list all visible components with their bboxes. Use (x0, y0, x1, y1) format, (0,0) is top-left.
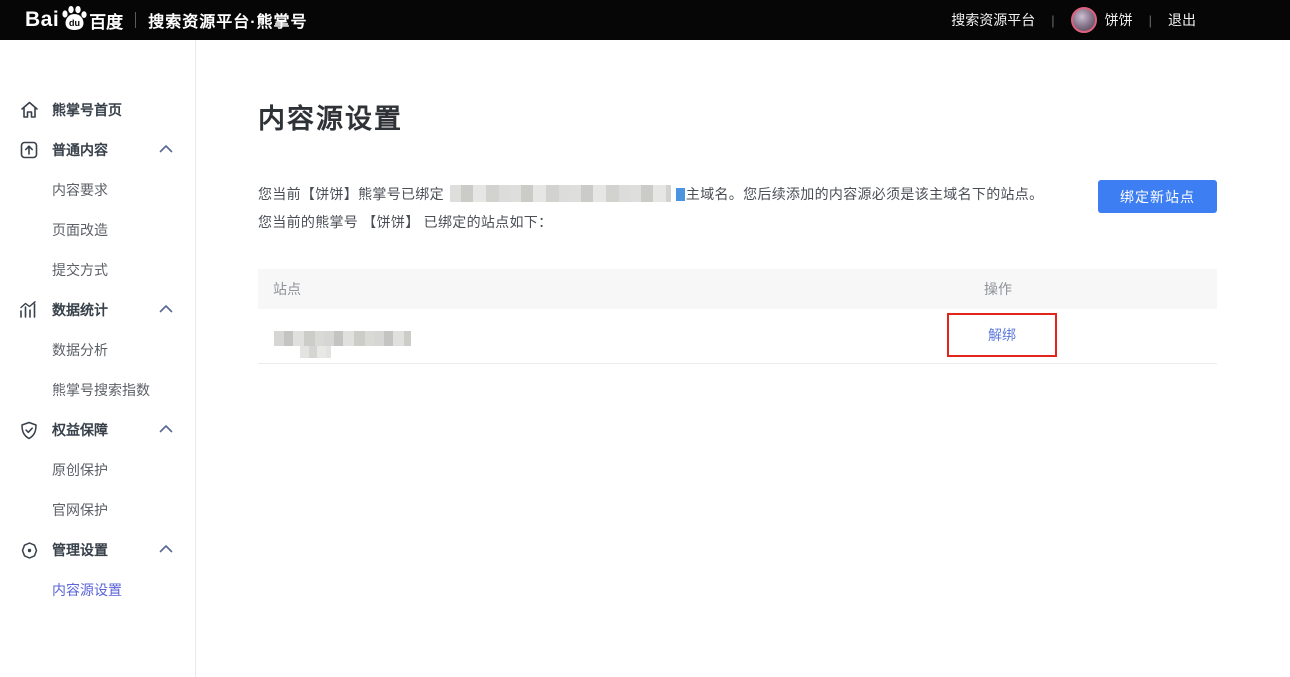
redacted-domain-blur (450, 185, 671, 202)
sidebar-item-label: 提交方式 (52, 260, 108, 280)
sidebar-item-original-protection[interactable]: 原创保护 (0, 450, 195, 490)
description-line-2: 您当前的熊掌号 【饼饼】 已绑定的站点如下： (258, 208, 1217, 236)
text-cursor-block (676, 188, 685, 201)
table-header-row: 站点 操作 (258, 269, 1217, 309)
table-row: 解绑 (258, 309, 1217, 364)
baidu-logo-text: Bai (25, 8, 59, 32)
platform-subtitle: 搜索资源平台·熊掌号 (148, 8, 307, 32)
sidebar-item-label: 普通内容 (52, 140, 108, 160)
sidebar-group-common-content[interactable]: 普通内容 (0, 130, 195, 170)
chart-icon (19, 300, 39, 320)
chevron-up-icon[interactable] (159, 144, 173, 153)
user-avatar[interactable] (1071, 7, 1097, 33)
baidu-logo[interactable]: Bai du 百度 (25, 5, 123, 35)
redacted-site-blur (274, 331, 411, 346)
sidebar-item-page-transform[interactable]: 页面改造 (0, 210, 195, 250)
upload-icon (19, 140, 39, 160)
sidebar-item-label: 管理设置 (52, 540, 108, 560)
sidebar-item-content-requirements[interactable]: 内容要求 (0, 170, 195, 210)
sidebar-item-label: 熊掌号搜索指数 (52, 380, 150, 400)
pipe-divider: | (1149, 13, 1152, 28)
sidebar-nav: 熊掌号首页 普通内容 内容要求 页面改造 提交方式 数据统计 数据分析 熊掌号搜… (0, 40, 196, 677)
top-header-bar: Bai du 百度 搜索资源平台·熊掌号 搜索资源平台 | 饼饼 | 退出 (0, 0, 1290, 40)
sidebar-item-label: 页面改造 (52, 220, 108, 240)
main-content: 内容源设置 您当前【饼饼】熊掌号已绑定 主域名。您后续添加的内容源必须是该主域名下… (197, 40, 1290, 677)
username-label[interactable]: 饼饼 (1105, 10, 1133, 30)
annotation-red-box: 解绑 (947, 313, 1057, 357)
desc1-suffix: 主域名。您后续添加的内容源必须是该主域名下的站点。 (686, 186, 1044, 202)
sidebar-item-label: 官网保护 (52, 500, 108, 520)
gear-icon (19, 540, 39, 560)
shield-icon (19, 420, 39, 440)
svg-text:du: du (69, 18, 80, 28)
sidebar-item-label: 内容要求 (52, 180, 108, 200)
sidebar-item-data-analysis[interactable]: 数据分析 (0, 330, 195, 370)
sidebar-group-rights-protection[interactable]: 权益保障 (0, 410, 195, 450)
redacted-site-blur-tail (300, 346, 331, 358)
sidebar-item-label: 数据分析 (52, 340, 108, 360)
chevron-up-icon[interactable] (159, 304, 173, 313)
desc1-prefix: 您当前【饼饼】熊掌号已绑定 (258, 186, 444, 202)
sidebar-item-submit-method[interactable]: 提交方式 (0, 250, 195, 290)
sidebar-item-home[interactable]: 熊掌号首页 (0, 90, 195, 130)
baidu-logo-cn: 百度 (89, 8, 123, 33)
home-icon (19, 100, 39, 120)
sidebar-item-label: 熊掌号首页 (52, 100, 122, 120)
sidebar-item-content-source-settings[interactable]: 内容源设置 (0, 570, 195, 610)
nav-platform-link[interactable]: 搜索资源平台 (951, 10, 1035, 30)
description-line-1: 您当前【饼饼】熊掌号已绑定 主域名。您后续添加的内容源必须是该主域名下的站点。 (258, 180, 1217, 208)
unbind-link[interactable]: 解绑 (988, 325, 1016, 345)
page-title: 内容源设置 (258, 97, 1217, 136)
sidebar-item-label: 原创保护 (52, 460, 108, 480)
chevron-up-icon[interactable] (159, 424, 173, 433)
logout-link[interactable]: 退出 (1168, 10, 1196, 30)
sidebar-item-search-index[interactable]: 熊掌号搜索指数 (0, 370, 195, 410)
sidebar-group-data-stats[interactable]: 数据统计 (0, 290, 195, 330)
column-header-action: 操作 (984, 279, 1012, 299)
column-header-site: 站点 (273, 279, 301, 299)
intro-section: 您当前【饼饼】熊掌号已绑定 主域名。您后续添加的内容源必须是该主域名下的站点。 您… (258, 180, 1217, 236)
sidebar-item-label: 权益保障 (52, 420, 108, 440)
sidebar-group-management-settings[interactable]: 管理设置 (0, 530, 195, 570)
sidebar-item-label: 内容源设置 (52, 580, 122, 600)
header-divider (135, 12, 136, 28)
bind-new-site-button[interactable]: 绑定新站点 (1098, 180, 1217, 213)
baidu-paw-icon: du (60, 5, 88, 31)
pipe-divider: | (1051, 13, 1054, 28)
sidebar-item-official-site-protection[interactable]: 官网保护 (0, 490, 195, 530)
chevron-up-icon[interactable] (159, 544, 173, 553)
bound-sites-table: 站点 操作 解绑 (258, 269, 1217, 364)
sidebar-item-label: 数据统计 (52, 300, 108, 320)
